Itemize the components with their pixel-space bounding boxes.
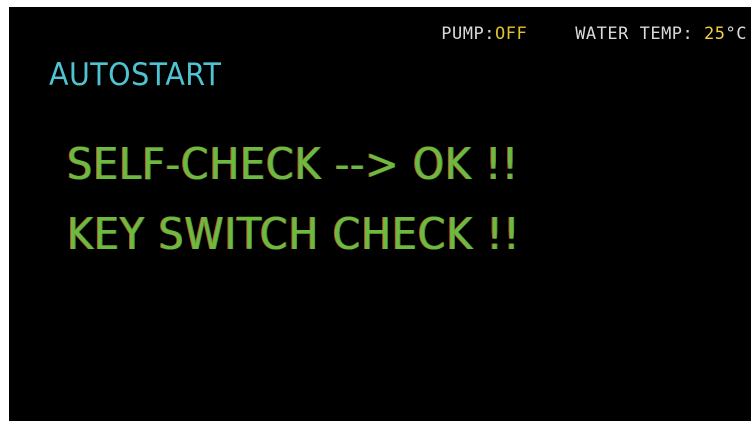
water-temp-value: 25	[704, 24, 726, 44]
self-check-message: SELF-CHECK --> OK !!	[67, 139, 519, 190]
pump-label: PUMP:	[441, 24, 495, 44]
status-bar: PUMP: OFF WATER TEMP: 25 °C	[441, 21, 747, 47]
pump-status-value: OFF	[494, 24, 528, 44]
display-screen: PUMP: OFF WATER TEMP: 25 °C AUTOSTART SE…	[9, 7, 751, 421]
water-temp-label: WATER TEMP:	[575, 24, 694, 44]
water-temp-unit: °C	[725, 24, 747, 44]
mode-title: AUTOSTART	[49, 57, 222, 93]
key-switch-message: KEY SWITCH CHECK !!	[67, 209, 521, 260]
